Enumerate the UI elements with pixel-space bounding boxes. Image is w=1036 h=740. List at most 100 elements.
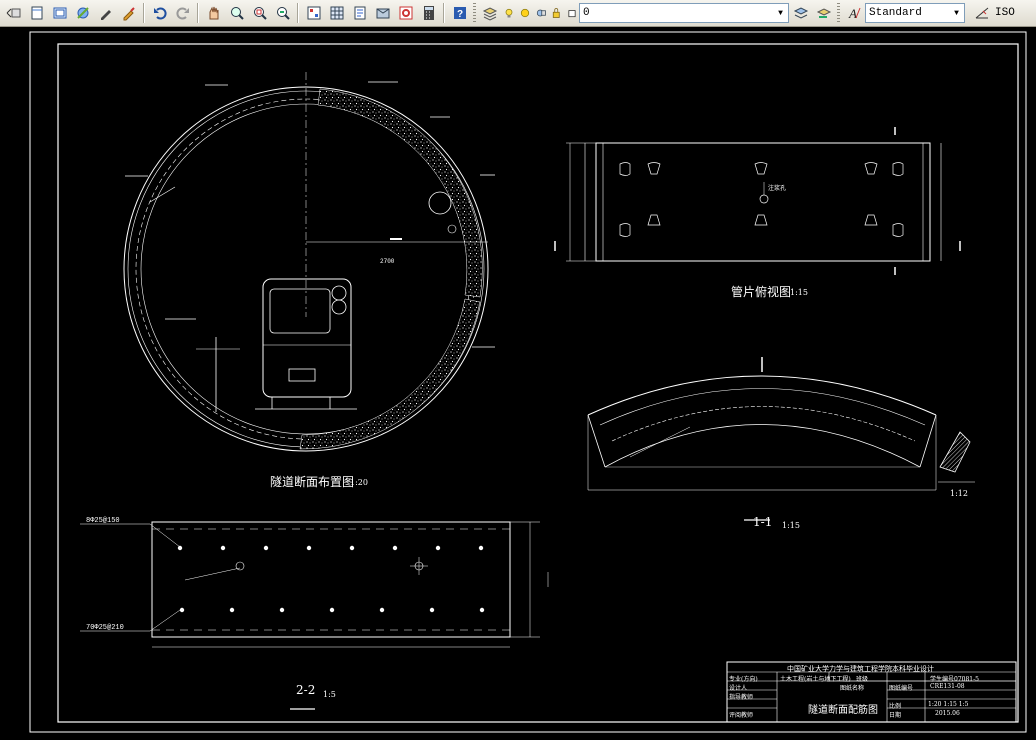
svg-text:?: ? xyxy=(456,9,462,20)
section-view-scale: 1:20 xyxy=(350,478,368,487)
tool-palettes-icon[interactable] xyxy=(349,3,370,24)
title-block-scale-value: 1:20 1:15 1:5 xyxy=(928,701,969,708)
zoom-realtime-icon[interactable] xyxy=(226,3,247,24)
markup-icon[interactable] xyxy=(395,3,416,24)
title-block-header: 中国矿业大学力学与建筑工程学院本科毕业设计 xyxy=(787,665,934,673)
plan-view-scale: 1:15 xyxy=(790,288,808,297)
rebar-dot xyxy=(177,545,183,551)
rebar-dot xyxy=(179,607,185,613)
detail-scale: 1:12 xyxy=(950,489,968,498)
title-block-reviewer-label: 评阅教师 xyxy=(729,712,754,719)
title-block-date-value: 2015.06 xyxy=(935,710,960,717)
title-block-advisor-label: 指导教师 xyxy=(729,694,754,701)
layer-color-icon[interactable] xyxy=(566,3,578,24)
section-view-title: 隧道断面布置图 xyxy=(270,475,355,489)
undo-icon[interactable] xyxy=(149,3,170,24)
rebar-dot xyxy=(220,545,226,551)
text-style-dropdown-value: Standard xyxy=(869,7,922,19)
title-block-major-value: 土木工程(岩土与地下工程) xyxy=(780,676,851,683)
title-block-number-value: CRE131-08 xyxy=(930,683,965,690)
section-1-1-title: 1-1 xyxy=(753,515,773,529)
segment-plan-drawing xyxy=(554,127,961,275)
rebar-dots xyxy=(177,545,485,613)
grout-layer xyxy=(299,298,481,450)
dimension-style-value[interactable]: ISO xyxy=(993,7,1015,19)
svg-text:A: A xyxy=(848,6,857,21)
layer-manager-icon[interactable] xyxy=(479,3,500,24)
text-style-icon[interactable]: A xyxy=(843,3,864,24)
rebar-dot xyxy=(263,545,269,551)
layer-previous-icon[interactable] xyxy=(813,3,834,24)
section-1-1-scale: 1:15 xyxy=(782,521,800,530)
zoom-previous-icon[interactable] xyxy=(272,3,293,24)
layer-viewport-icon[interactable] xyxy=(534,3,548,24)
layer-on-icon[interactable] xyxy=(502,3,516,24)
rebar-dot xyxy=(229,607,235,613)
title-block-date-label: 日期 xyxy=(889,712,902,719)
rebar-dot xyxy=(478,545,484,551)
section-2-2-drawing xyxy=(80,521,549,710)
chevron-down-icon[interactable]: ▼ xyxy=(949,4,964,22)
section-2-2-outline xyxy=(151,521,511,638)
rebar-dot xyxy=(479,607,485,613)
rebar-dot xyxy=(379,607,385,613)
layer-dropdown-value: 0 xyxy=(583,7,590,19)
tunnel-section-drawing xyxy=(123,72,495,452)
properties-icon[interactable] xyxy=(3,3,24,24)
standard-toolbar: ? 0 ▼ A Standard ▼ ISO xyxy=(0,0,1036,27)
title-block-number-label: 图纸编号 xyxy=(889,685,914,692)
zoom-window-icon[interactable] xyxy=(249,3,270,24)
title-block-class-label: 班级 xyxy=(856,676,869,683)
section-2-2-scale: 1:5 xyxy=(323,690,336,699)
rebar-bottom-label: 70Φ25@210 xyxy=(86,624,124,632)
section-1-1-drawing xyxy=(587,357,975,521)
redo-icon[interactable] xyxy=(172,3,193,24)
layer-lock-icon[interactable] xyxy=(550,3,564,24)
new-file-icon[interactable] xyxy=(26,3,47,24)
text-style-dropdown[interactable]: Standard ▼ xyxy=(865,3,965,23)
rebar-dot xyxy=(429,607,435,613)
title-block-drawing-name: 隧道断面配筋图 xyxy=(808,705,878,716)
toolbar-grip[interactable] xyxy=(473,3,476,23)
inner-frame xyxy=(57,43,1019,723)
detail-hatch xyxy=(939,431,971,473)
toolbar-grip[interactable] xyxy=(837,3,840,23)
save-icon[interactable] xyxy=(72,3,93,24)
chevron-down-icon[interactable]: ▼ xyxy=(773,4,788,22)
match-properties-icon[interactable] xyxy=(95,3,116,24)
rebar-dot xyxy=(435,545,441,551)
section-2-2-title: 2-2 xyxy=(296,683,316,697)
layer-dropdown[interactable]: 0 ▼ xyxy=(579,3,789,23)
grout-layer xyxy=(317,88,483,298)
brush-icon[interactable] xyxy=(118,3,139,24)
sheet-set-icon[interactable] xyxy=(372,3,393,24)
radius-dimension-label: 2700 xyxy=(380,258,395,265)
pan-icon[interactable] xyxy=(203,3,224,24)
toolbar-separator xyxy=(443,3,445,23)
layer-freeze-icon[interactable] xyxy=(518,3,532,24)
title-block-major-label: 专业(方向) xyxy=(729,676,758,683)
drawing-svg xyxy=(29,31,1027,733)
title-block-student-no: 学生编号07081-5 xyxy=(930,676,979,683)
rebar-dot xyxy=(349,545,355,551)
vehicle-window xyxy=(269,288,331,334)
layer-state-icon[interactable] xyxy=(790,3,811,24)
toolbar-separator xyxy=(143,3,145,23)
segment-outline xyxy=(595,142,931,262)
rebar-dot xyxy=(279,607,285,613)
help-icon[interactable]: ? xyxy=(449,3,470,24)
grout-hole xyxy=(759,194,769,204)
calculator-icon[interactable] xyxy=(418,3,439,24)
rebar-dot xyxy=(392,545,398,551)
cable-hole xyxy=(428,191,452,215)
title-block-scale-label: 比例 xyxy=(889,703,902,710)
title-block-designer-label: 设计人 xyxy=(729,685,748,692)
drawing-canvas[interactable]: 隧道断面布置图 1:20 管片俯视图 1:15 1-1 1:15 2-2 1:5… xyxy=(0,27,1036,740)
properties-palette-icon[interactable] xyxy=(303,3,324,24)
dimension-style-icon[interactable] xyxy=(971,3,992,24)
design-center-icon[interactable] xyxy=(326,3,347,24)
vehicle-outline xyxy=(262,278,352,398)
toolbar-separator xyxy=(297,3,299,23)
open-icon[interactable] xyxy=(49,3,70,24)
toolbar-separator xyxy=(197,3,199,23)
